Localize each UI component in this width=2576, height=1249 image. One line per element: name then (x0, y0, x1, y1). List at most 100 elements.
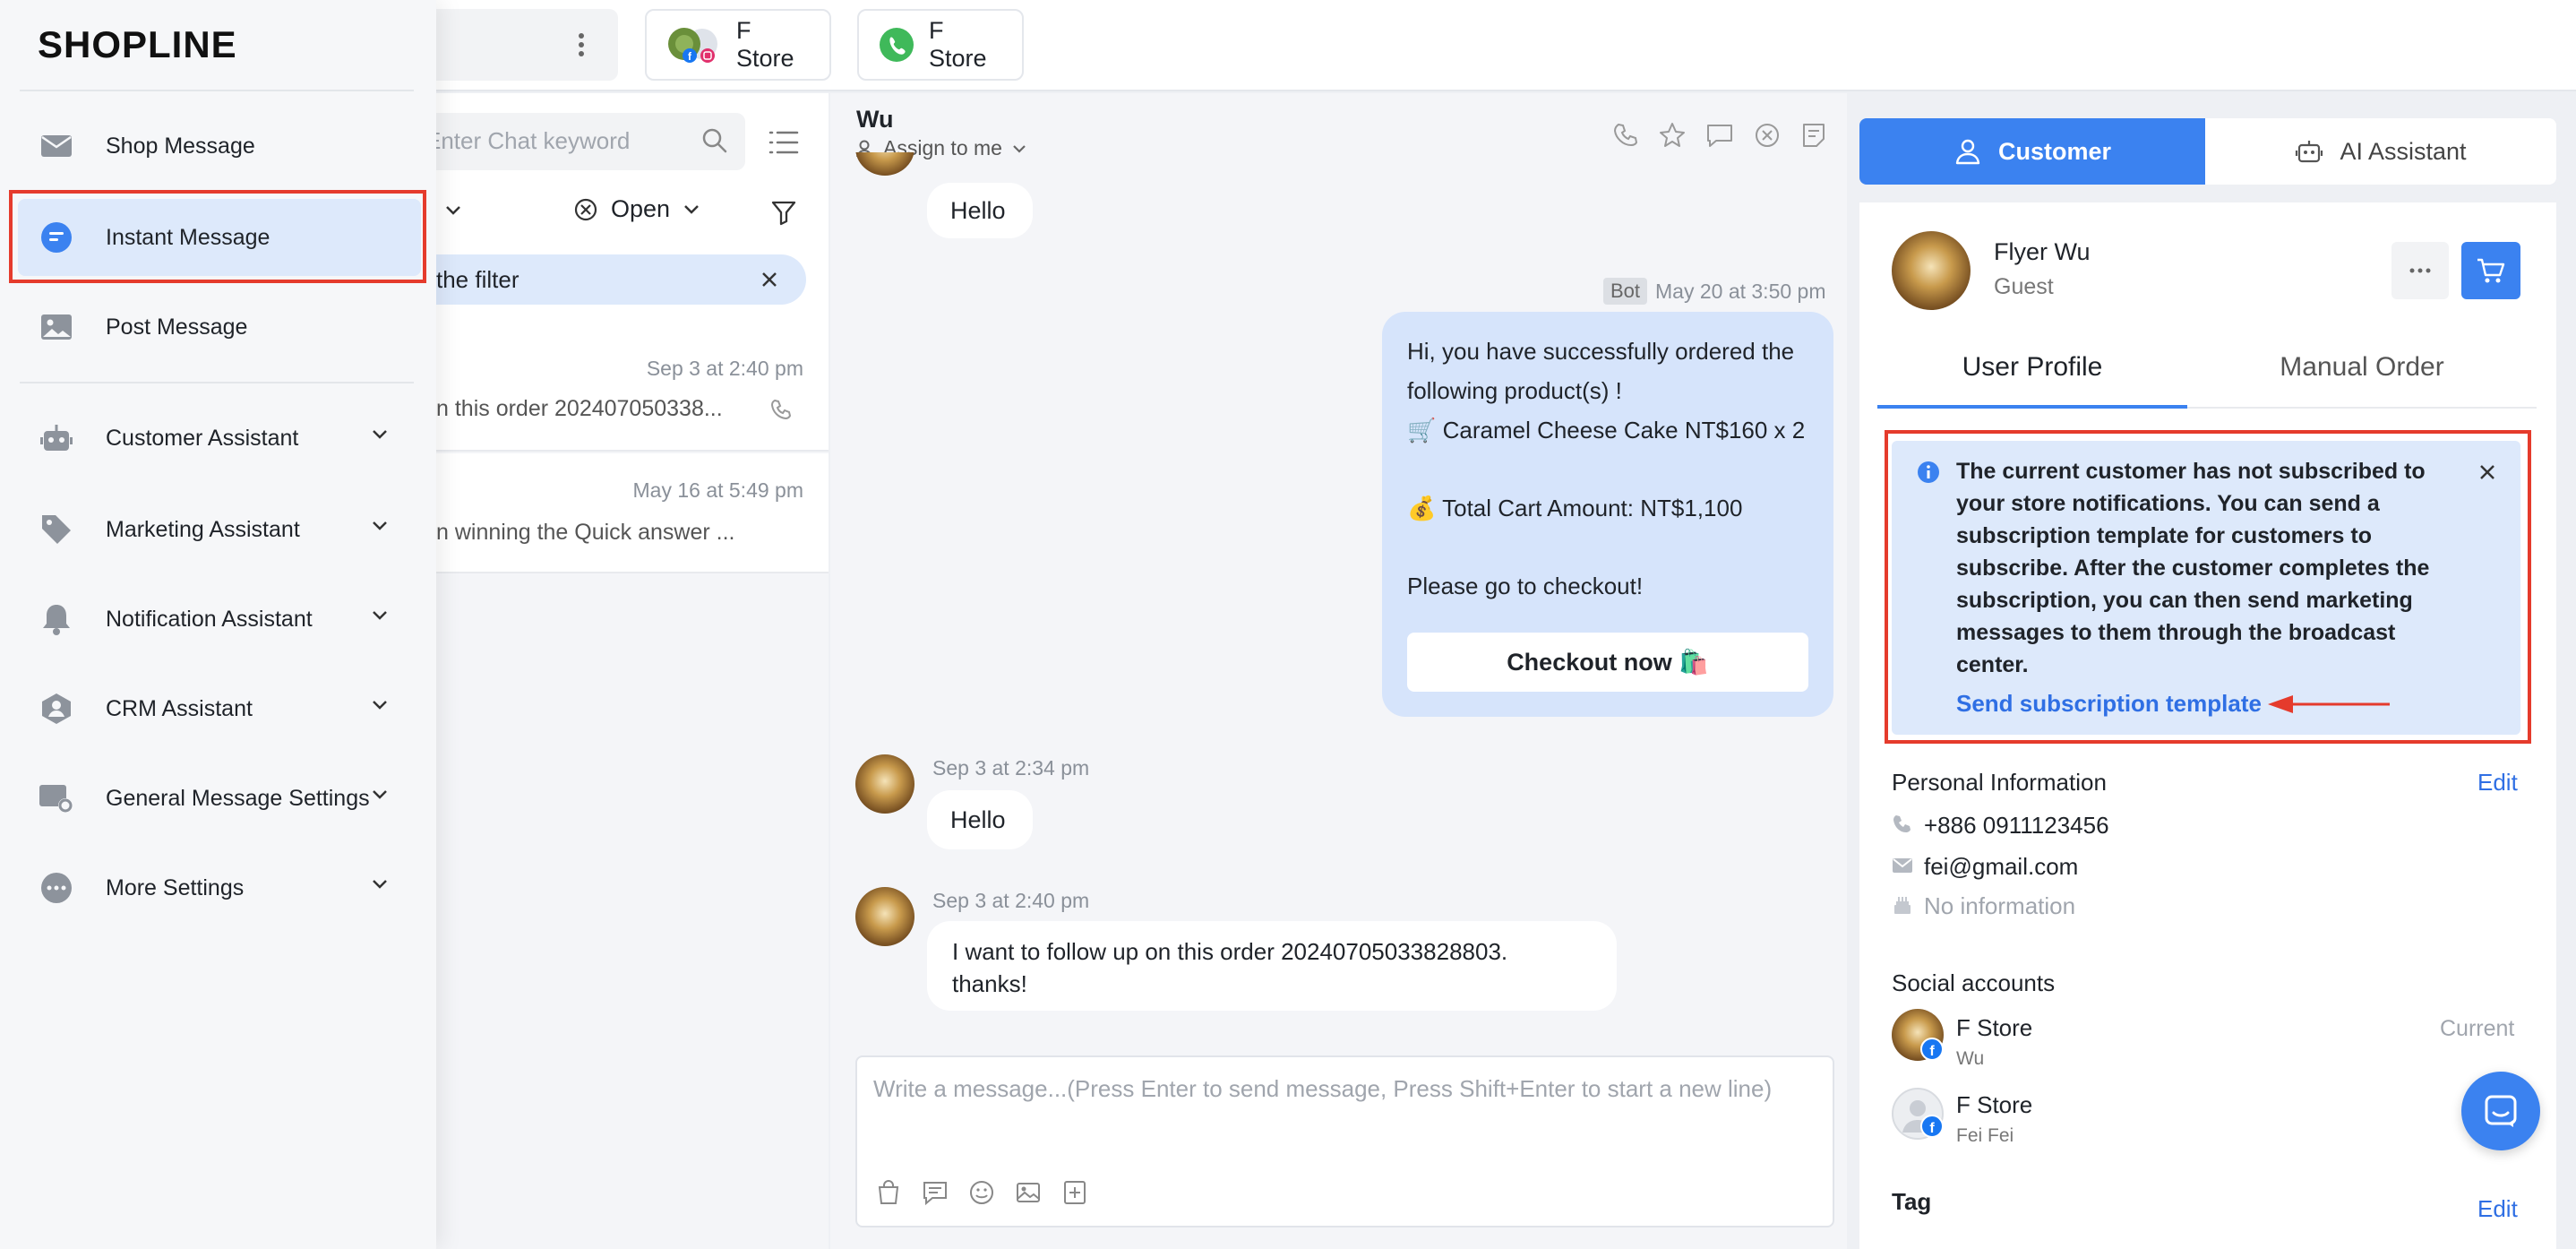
sidebar-item-customer-assistant[interactable]: Customer Assistant (18, 400, 421, 477)
close-icon[interactable] (759, 269, 780, 290)
tab-user-profile[interactable]: User Profile (1877, 348, 2187, 409)
message-time: Sep 3 at 2:34 pm (932, 756, 1090, 780)
social-account-status: Current (2440, 1016, 2515, 1041)
social-store-avatar-icon: f (666, 26, 722, 64)
personal-info-title: Personal Information (1892, 769, 2107, 796)
store-tab-label: F Store (736, 17, 794, 72)
chevron-down-icon[interactable] (444, 204, 462, 217)
tag-title: Tag (1892, 1188, 1932, 1215)
highlight-outline-instant-message (9, 190, 426, 283)
notice-line: subscription, you can then send marketin… (1956, 588, 2413, 613)
emoji-icon[interactable] (968, 1179, 995, 1206)
quick-reply-icon[interactable] (922, 1179, 949, 1206)
chat-keyword-search-input[interactable]: Enter Chat keyword (425, 113, 745, 170)
store-tab-whatsapp[interactable]: F Store (857, 9, 1024, 81)
phone-icon (769, 398, 793, 421)
customer-birthday: No information (1924, 892, 2076, 919)
checkout-now-button[interactable]: Checkout now 🛍️ (1407, 633, 1808, 692)
more-circle-icon (38, 869, 75, 907)
personal-info-edit-link[interactable]: Edit (2477, 769, 2518, 797)
chevron-down-icon (371, 520, 389, 532)
sidebar-item-label: Notification Assistant (106, 606, 313, 632)
message-line: thanks! (952, 970, 1027, 997)
customer-email: fei@gmail.com (1924, 853, 2079, 880)
sidebar-item-more-settings[interactable]: More Settings (18, 849, 421, 926)
tab-ai-assistant[interactable]: AI Assistant (2205, 118, 2556, 185)
arrow-pointer-icon (2266, 692, 2391, 717)
bot-message-text: Hi, you have successfully ordered the fo… (1407, 332, 1805, 606)
social-accounts-title: Social accounts (1892, 969, 2056, 996)
sidebar-item-crm-assistant[interactable]: CRM Assistant (18, 670, 421, 747)
status-filter-dropdown[interactable]: Open (573, 195, 700, 223)
message-composer[interactable]: Write a message...(Press Enter to send m… (855, 1055, 1834, 1227)
more-horizontal-icon (2409, 268, 2431, 273)
social-account-store: F Store (1956, 1091, 2033, 1118)
conversation-preview: n winning the Quick answer ... (436, 520, 735, 545)
customer-avatar (855, 887, 914, 946)
message-bubble: Hello (927, 183, 1033, 238)
channel-selector[interactable] (425, 9, 618, 81)
sidebar-item-shop-message[interactable]: Shop Message (18, 108, 421, 185)
bot-line: 💰 Total Cart Amount: NT$1,100 (1407, 495, 1743, 521)
filter-icon[interactable] (770, 199, 797, 226)
add-template-icon[interactable] (1061, 1179, 1088, 1206)
bot-line: 🛒 Caramel Cheese Cake NT$160 x 2 (1407, 417, 1806, 444)
tab-manual-order-label: Manual Order (2280, 352, 2444, 382)
tab-ai-label: AI Assistant (2340, 137, 2467, 165)
sidebar-item-label: Customer Assistant (106, 425, 299, 451)
filter-chip-label: the filter (436, 266, 519, 293)
tag-edit-link[interactable]: Edit (2477, 1195, 2518, 1223)
envelope-icon (38, 127, 75, 165)
comment-icon[interactable] (1705, 122, 1734, 149)
search-icon[interactable] (701, 127, 728, 154)
support-chat-button[interactable] (2461, 1072, 2540, 1150)
user-icon (1953, 137, 1982, 166)
tab-manual-order[interactable]: Manual Order (2187, 348, 2537, 409)
composer-placeholder: Write a message...(Press Enter to send m… (873, 1075, 1773, 1102)
more-options-button[interactable] (2391, 242, 2449, 299)
facebook-icon: f (1920, 1038, 1944, 1061)
svg-text:f: f (1929, 1044, 1935, 1059)
store-tab-social[interactable]: f F Store (645, 9, 831, 81)
facebook-icon: f (1920, 1115, 1944, 1138)
bot-message-bubble: Hi, you have successfully ordered the fo… (1382, 312, 1833, 717)
sidebar-item-label: General Message Settings (106, 785, 370, 811)
message-bubble: I want to follow up on this order 202407… (927, 921, 1617, 1011)
image-icon[interactable] (1015, 1179, 1042, 1206)
bot-line: Hi, you have successfully ordered the (1407, 338, 1795, 365)
notice-line: center. (1956, 652, 2029, 677)
list-view-icon[interactable] (769, 129, 799, 156)
shopline-logo: SHOPLINE (38, 23, 237, 66)
conversation-time: Sep 3 at 2:40 pm (646, 357, 803, 380)
message-settings-icon (38, 780, 75, 817)
close-icon[interactable] (2477, 462, 2497, 482)
sidebar-item-post-message[interactable]: Post Message (18, 289, 421, 366)
store-tab-label: F Store (929, 17, 987, 72)
image-post-icon (38, 308, 75, 346)
customer-name: Flyer Wu (1994, 238, 2091, 265)
sidebar-item-notification-assistant[interactable]: Notification Assistant (18, 581, 421, 658)
info-icon (1917, 461, 1940, 484)
chat-bubble-icon (2483, 1093, 2519, 1129)
note-icon[interactable] (1800, 122, 1827, 149)
close-conversation-icon[interactable] (1754, 122, 1781, 149)
cart-button[interactable] (2461, 242, 2520, 299)
sidebar-item-general-message-settings[interactable]: General Message Settings (18, 760, 421, 837)
sidebar-item-marketing-assistant[interactable]: Marketing Assistant (18, 491, 421, 568)
svg-text:f: f (1929, 1121, 1935, 1136)
social-account-user: Fei Fei (1956, 1125, 2014, 1146)
tab-customer[interactable]: Customer (1859, 118, 2205, 185)
conversation-preview: n this order 202407050338... (436, 396, 723, 421)
shopping-bag-icon[interactable] (875, 1179, 902, 1206)
phone-icon[interactable] (1612, 122, 1639, 149)
conversation-item[interactable]: May 16 at 5:49 pm n winning the Quick an… (425, 453, 829, 573)
active-filter-chip[interactable]: the filter (425, 254, 806, 305)
conversation-item[interactable]: Sep 3 at 2:40 pm n this order 2024070503… (425, 330, 829, 452)
star-icon[interactable] (1659, 122, 1686, 149)
notice-text: The current customer has not subscribed … (1956, 455, 2429, 681)
message-text: I want to follow up on this order 202407… (952, 935, 1507, 1000)
logo-text: SHOPLINE (38, 23, 237, 65)
search-placeholder: Enter Chat keyword (425, 127, 631, 154)
more-vertical-icon[interactable] (578, 32, 585, 57)
send-subscription-template-link[interactable]: Send subscription template (1956, 690, 2262, 718)
